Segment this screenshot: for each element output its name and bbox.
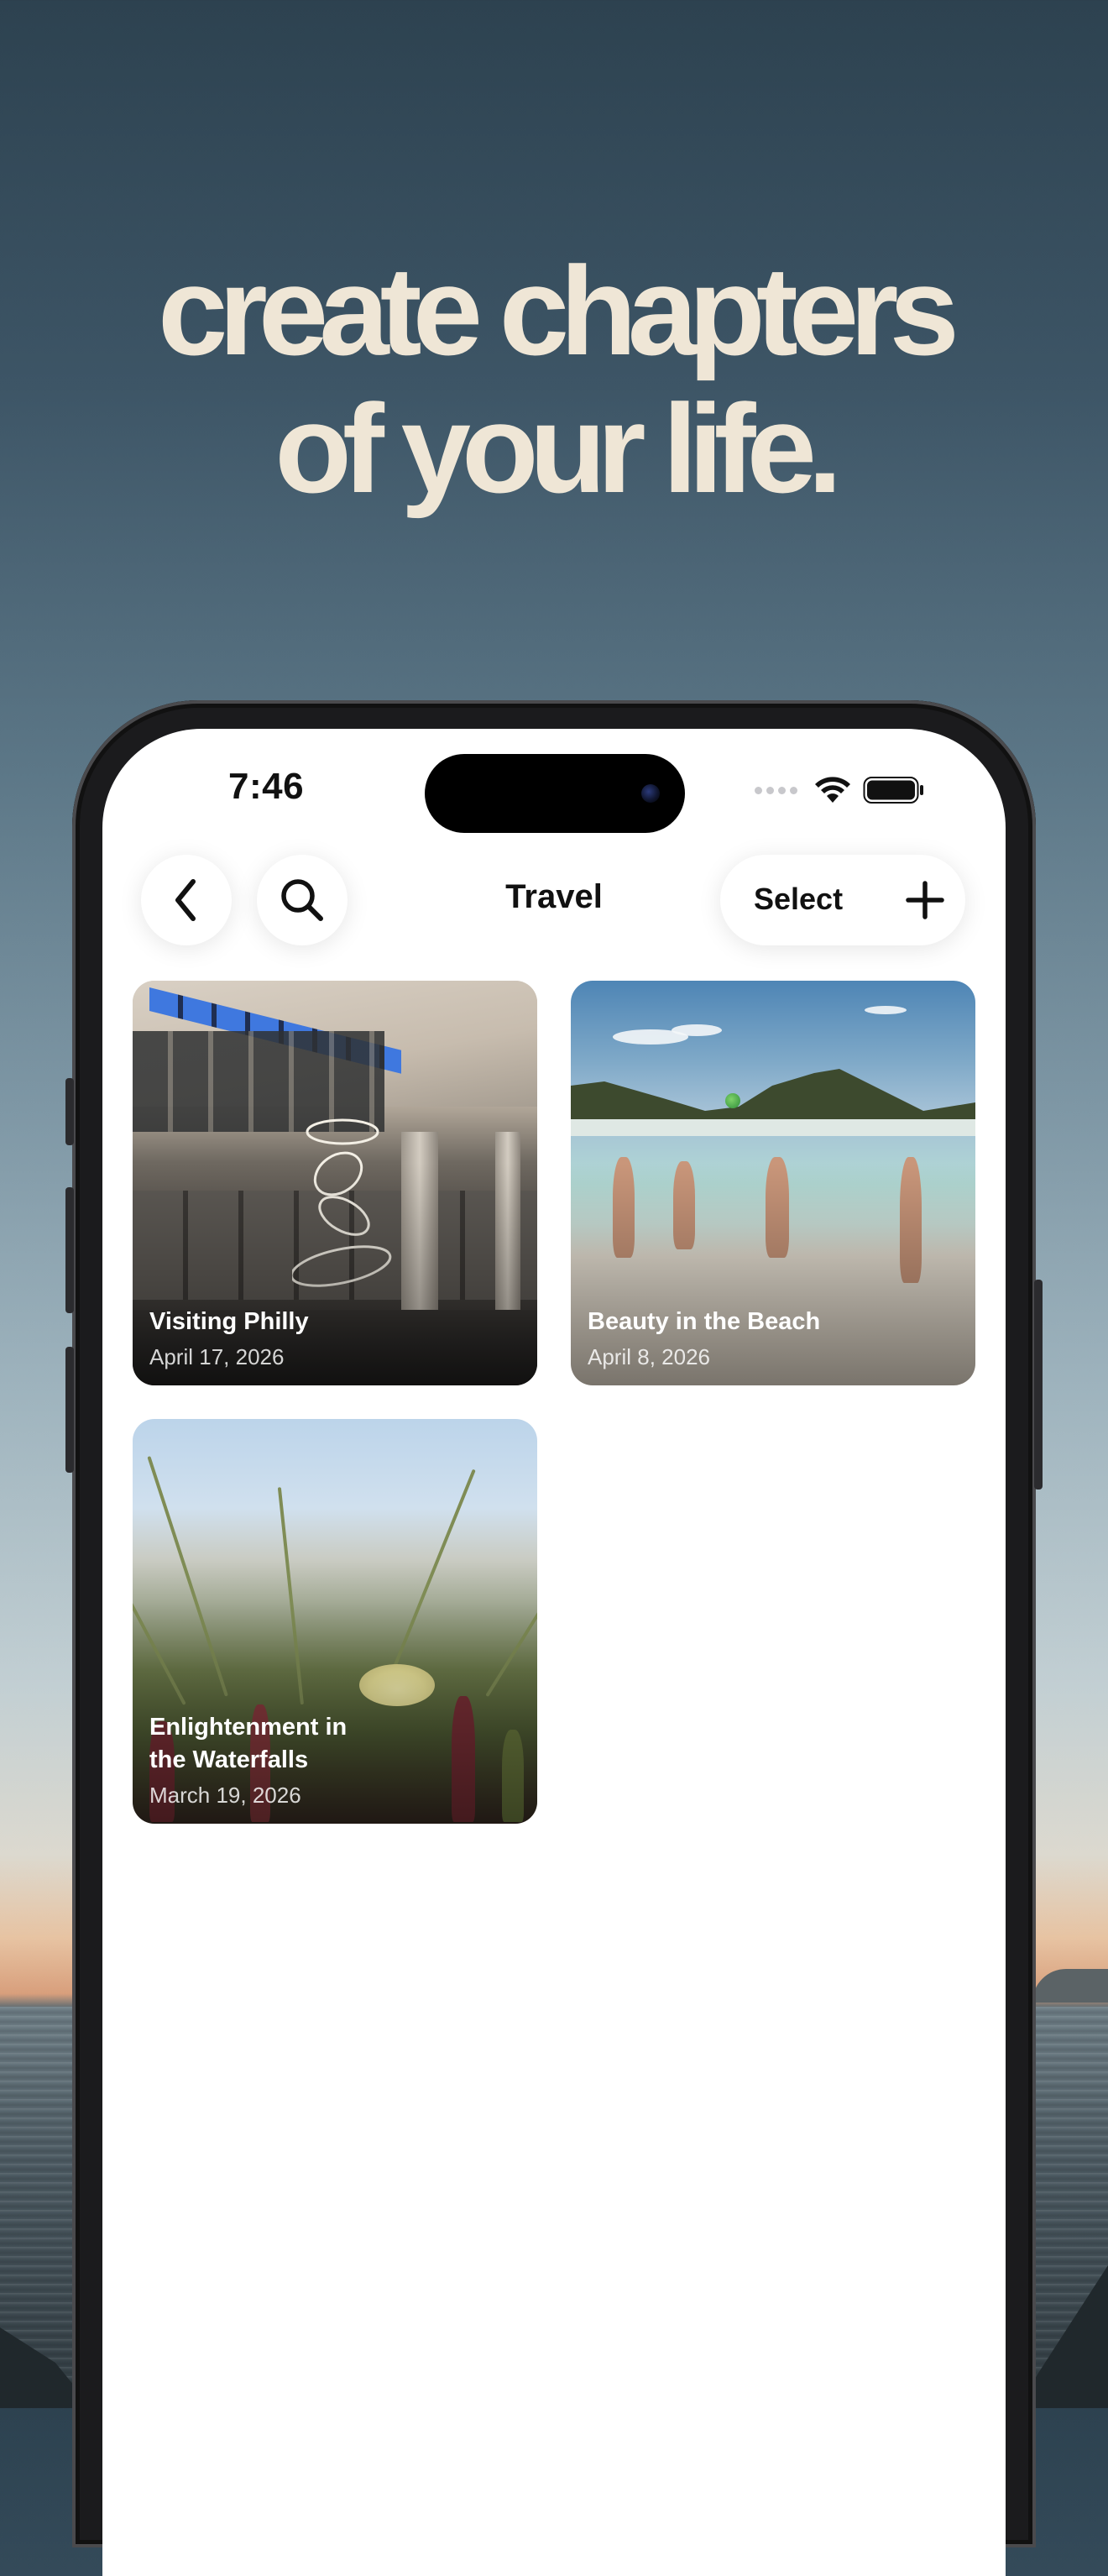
headline-line-1: create chapters	[158, 240, 959, 381]
chapter-card-beauty-in-the-beach[interactable]: Beauty in the Beach April 8, 2026	[571, 981, 975, 1385]
chapter-date: April 8, 2026	[588, 1344, 710, 1369]
headline-line-2: of your life.	[274, 378, 842, 519]
chapter-card-enlightenment-in-the-waterfalls[interactable]: Enlightenment in the Waterfalls March 19…	[133, 1419, 537, 1824]
plus-icon	[906, 881, 944, 919]
nav-actions-pill: Select	[720, 855, 965, 945]
battery-icon	[863, 777, 923, 804]
add-chapter-button[interactable]	[902, 877, 949, 924]
chapter-card-visiting-philly[interactable]: Visiting Philly April 17, 2026	[133, 981, 537, 1385]
dynamic-island	[425, 754, 685, 833]
status-time: 7:46	[228, 766, 305, 807]
action-button	[65, 1078, 74, 1145]
chapter-date: March 19, 2026	[149, 1783, 301, 1808]
marketing-headline: create chapters of your life.	[0, 242, 1108, 517]
status-indicators	[755, 776, 925, 804]
cellular-signal-icon	[755, 786, 797, 794]
front-camera	[641, 784, 660, 803]
chapter-title: Enlightenment in the Waterfalls	[149, 1714, 348, 1773]
volume-up-button	[65, 1187, 74, 1313]
power-button	[1034, 1280, 1043, 1490]
phone-frame: 7:46 Travel Select Visiting Philly April…	[65, 700, 1043, 2576]
distant-headland	[1032, 1969, 1108, 2003]
wifi-icon	[815, 777, 850, 803]
chapter-date: April 17, 2026	[149, 1344, 285, 1369]
chapter-title: Beauty in the Beach	[588, 1308, 821, 1335]
chapter-title: Visiting Philly	[149, 1308, 309, 1335]
select-button[interactable]: Select	[754, 882, 843, 917]
volume-down-button	[65, 1347, 74, 1473]
phone-screen: 7:46 Travel Select Visiting Philly April…	[102, 729, 1006, 2576]
